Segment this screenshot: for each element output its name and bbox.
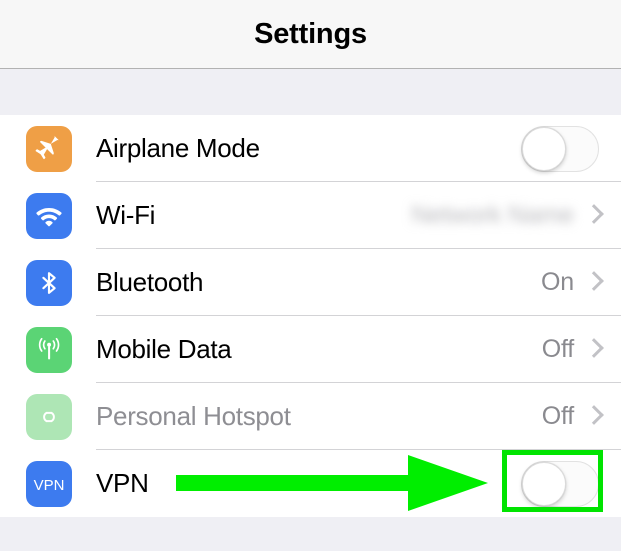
settings-row-label: Personal Hotspot bbox=[96, 401, 291, 431]
navigation-bar: Settings bbox=[0, 0, 621, 69]
chevron-right-icon bbox=[586, 204, 599, 227]
chevron-right-icon bbox=[586, 338, 599, 361]
toggle-knob bbox=[522, 126, 566, 171]
hotspot-status-value: Off bbox=[541, 402, 574, 430]
mobile-data-status-value: Off bbox=[541, 335, 574, 363]
row-accessory: Off bbox=[542, 335, 603, 364]
airplane-icon bbox=[26, 125, 72, 172]
toggle-knob bbox=[522, 461, 566, 506]
bluetooth-icon bbox=[26, 259, 72, 306]
vpn-icon-text: VPN bbox=[34, 477, 65, 494]
hotspot-link-icon bbox=[26, 393, 72, 440]
vpn-toggle[interactable] bbox=[521, 460, 599, 507]
row-accessory: Off bbox=[542, 402, 603, 431]
group-spacer-bottom bbox=[0, 517, 621, 551]
group-spacer-top bbox=[0, 69, 621, 115]
settings-list: Airplane Mode Wi-Fi Network Name Bluetoo… bbox=[0, 115, 621, 517]
settings-row-label: Wi-Fi bbox=[96, 200, 156, 230]
row-accessory bbox=[521, 460, 603, 507]
settings-row-airplane-mode[interactable]: Airplane Mode bbox=[0, 115, 621, 182]
settings-row-label: VPN bbox=[96, 468, 149, 498]
airplane-mode-toggle[interactable] bbox=[521, 125, 599, 172]
chevron-right-icon bbox=[586, 405, 599, 428]
settings-row-mobile-data[interactable]: Mobile Data Off bbox=[0, 316, 621, 383]
row-accessory: On bbox=[541, 268, 603, 297]
settings-row-label: Airplane Mode bbox=[96, 133, 260, 163]
settings-row-personal-hotspot[interactable]: Personal Hotspot Off bbox=[0, 383, 621, 450]
row-accessory: Network Name bbox=[411, 201, 603, 230]
wifi-icon bbox=[26, 192, 72, 239]
bluetooth-status-value: On bbox=[541, 268, 574, 296]
settings-row-vpn[interactable]: VPN VPN bbox=[0, 450, 621, 517]
settings-row-label: Mobile Data bbox=[96, 334, 232, 364]
page-title: Settings bbox=[254, 17, 367, 50]
settings-row-wifi[interactable]: Wi-Fi Network Name bbox=[0, 182, 621, 249]
vpn-icon: VPN bbox=[26, 460, 72, 507]
chevron-right-icon bbox=[586, 271, 599, 294]
settings-row-bluetooth[interactable]: Bluetooth On bbox=[0, 249, 621, 316]
wifi-network-value: Network Name bbox=[411, 201, 574, 229]
antenna-icon bbox=[26, 326, 72, 373]
settings-row-label: Bluetooth bbox=[96, 267, 204, 297]
row-accessory bbox=[521, 125, 603, 172]
